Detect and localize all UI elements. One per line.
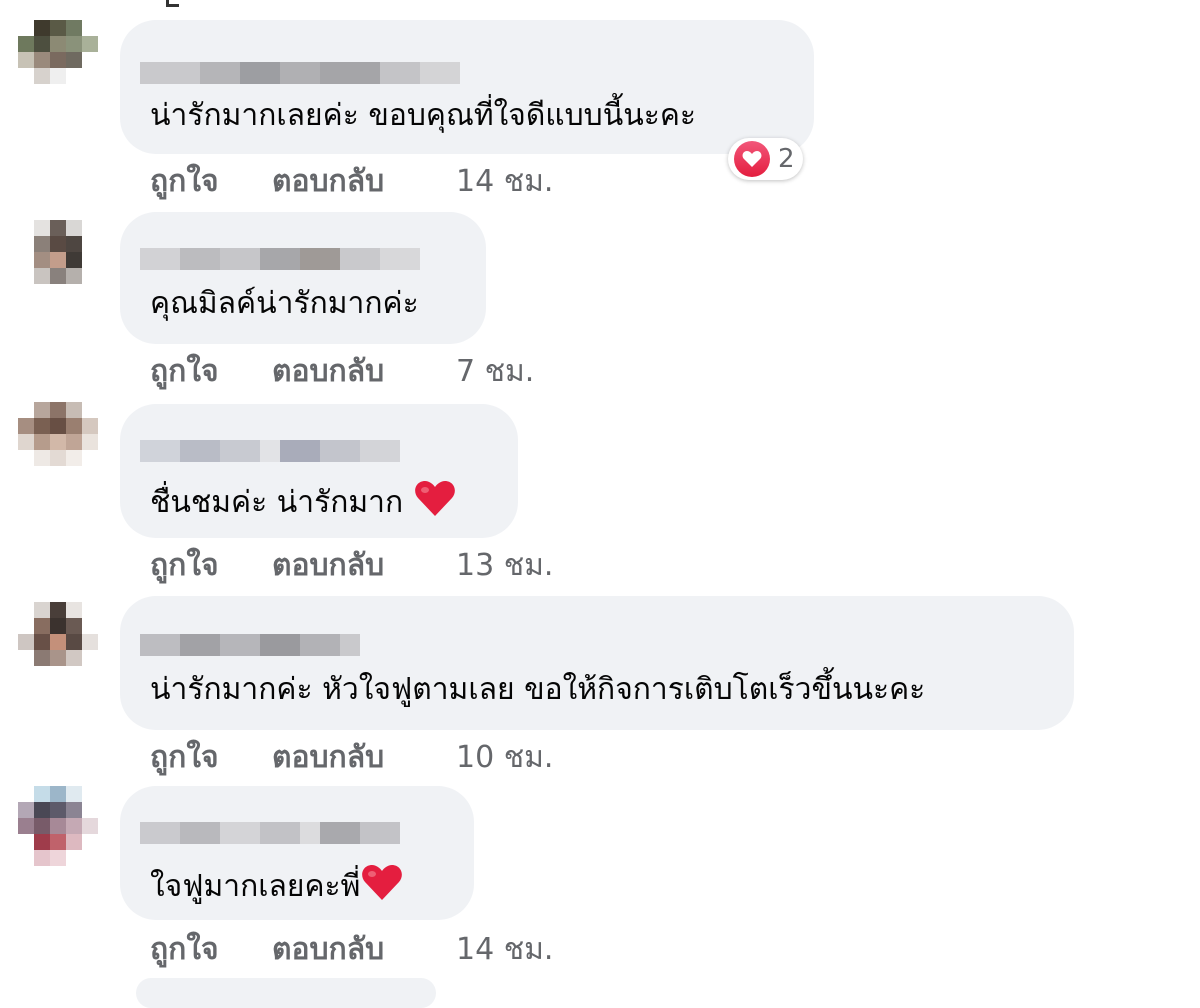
comment-actions: ถูกใจ ตอบกลับ 13 ชม. [150, 546, 553, 586]
timestamp[interactable]: 10 ชม. [456, 738, 553, 778]
comment-text: ใจฟูมากเลยคะพี่ [150, 862, 404, 913]
avatar[interactable] [18, 786, 98, 866]
avatar[interactable] [18, 602, 98, 682]
blurred-author-name[interactable] [140, 822, 400, 844]
avatar[interactable] [18, 402, 98, 482]
comment-text-content: ใจฟูมากเลยคะพี่ [150, 869, 361, 904]
comment-bubble: ชื่นชมค่ะ น่ารักมาก [120, 404, 518, 538]
comment-text: น่ารักมากค่ะ หัวใจฟูตามเลย ขอให้กิจการเต… [150, 672, 926, 707]
reply-link[interactable]: ตอบกลับ [272, 738, 456, 778]
like-link[interactable]: ถูกใจ [150, 352, 272, 392]
like-link[interactable]: ถูกใจ [150, 546, 272, 586]
timestamp[interactable]: 7 ชม. [456, 352, 534, 392]
timestamp[interactable]: 14 ชม. [456, 930, 553, 970]
red-heart-emoji [360, 862, 404, 913]
comment-actions: ถูกใจ ตอบกลับ 14 ชม. [150, 930, 553, 970]
comment-bubble: คุณมิลค์น่ารักมากค่ะ [120, 212, 486, 344]
timestamp[interactable]: 13 ชม. [456, 546, 553, 586]
comment-actions: ถูกใจ ตอบกลับ 7 ชม. [150, 352, 534, 392]
reply-link[interactable]: ตอบกลับ [272, 352, 456, 392]
reply-link[interactable]: ตอบกลับ [272, 546, 456, 586]
timestamp[interactable]: 14 ชม. [456, 162, 553, 202]
like-link[interactable]: ถูกใจ [150, 162, 272, 202]
comment-text: คุณมิลค์น่ารักมากค่ะ [150, 286, 419, 321]
avatar[interactable] [18, 20, 98, 100]
blurred-author-name[interactable] [140, 248, 420, 270]
blurred-author-name[interactable] [140, 440, 400, 462]
reply-link[interactable]: ตอบกลับ [272, 930, 456, 970]
comment-text: ชื่นชมค่ะ น่ารักมาก [150, 478, 457, 529]
avatar[interactable] [18, 220, 98, 300]
heart-reaction-icon [734, 141, 770, 177]
comment-bubble: ใจฟูมากเลยคะพี่ [120, 786, 474, 920]
red-heart-emoji [413, 478, 457, 529]
next-comment-bubble-partial [136, 978, 436, 1008]
cropped-text-fragment [166, 0, 179, 7]
comment-actions: ถูกใจ ตอบกลับ 14 ชม. [150, 162, 553, 202]
comment-actions: ถูกใจ ตอบกลับ 10 ชม. [150, 738, 553, 778]
comment-bubble: น่ารักมากเลยค่ะ ขอบคุณที่ใจดีแบบนี้นะคะ [120, 20, 814, 154]
comment-text: น่ารักมากเลยค่ะ ขอบคุณที่ใจดีแบบนี้นะคะ [150, 98, 697, 133]
reaction-count-value: 2 [778, 144, 795, 174]
like-link[interactable]: ถูกใจ [150, 738, 272, 778]
reaction-count[interactable]: 2 [728, 138, 803, 180]
comment-bubble: น่ารักมากค่ะ หัวใจฟูตามเลย ขอให้กิจการเต… [120, 596, 1074, 730]
reply-link[interactable]: ตอบกลับ [272, 162, 456, 202]
blurred-author-name[interactable] [140, 634, 360, 656]
comment-text-content: ชื่นชมค่ะ น่ารักมาก [150, 485, 404, 520]
like-link[interactable]: ถูกใจ [150, 930, 272, 970]
blurred-author-name[interactable] [140, 62, 460, 84]
